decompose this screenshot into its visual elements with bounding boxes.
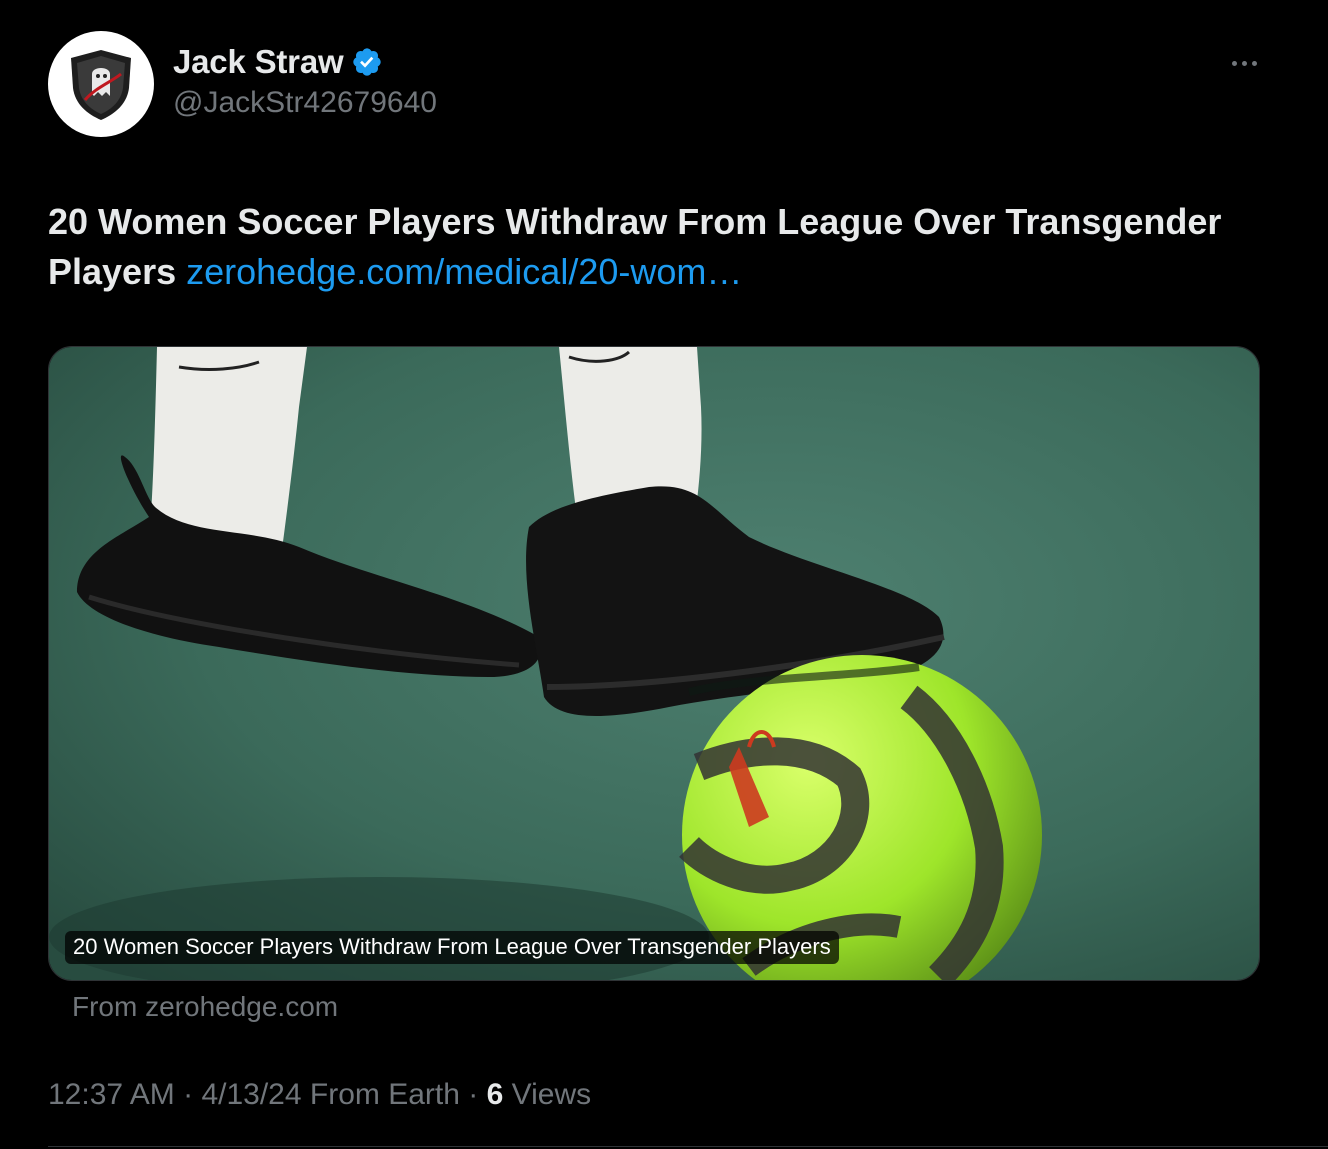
divider — [48, 1146, 1328, 1147]
tweet-text: 20 Women Soccer Players Withdraw From Le… — [48, 197, 1228, 297]
card-caption: 20 Women Soccer Players Withdraw From Le… — [65, 931, 839, 964]
more-options-icon[interactable] — [1224, 46, 1264, 80]
tweet-time[interactable]: 12:37 AM — [48, 1078, 175, 1111]
card-image — [49, 347, 1259, 980]
tweet-link[interactable]: zerohedge.com/medical/20-wom… — [186, 251, 742, 292]
verified-badge-icon[interactable] — [351, 46, 383, 78]
avatar[interactable] — [48, 31, 154, 137]
link-card[interactable]: 20 Women Soccer Players Withdraw From Le… — [48, 346, 1260, 981]
author-name-row[interactable]: Jack Straw — [173, 42, 383, 82]
card-source[interactable]: From zerohedge.com — [72, 991, 338, 1023]
display-name[interactable]: Jack Straw — [173, 43, 344, 81]
tweet-date[interactable]: 4/13/24 — [201, 1078, 301, 1111]
separator: · — [183, 1078, 194, 1111]
author-handle[interactable]: @JackStr42679640 — [173, 86, 437, 120]
views-count: 6 — [486, 1078, 504, 1111]
tweet-location: From Earth — [309, 1078, 460, 1111]
separator: · — [468, 1078, 479, 1111]
shield-avatar-icon — [71, 50, 131, 120]
tweet-meta: 12:37 AM · 4/13/24 From Earth · 6 Views — [48, 1078, 591, 1112]
tweet[interactable]: Jack Straw @JackStr42679640 20 Women Soc… — [0, 0, 1328, 1149]
views-label: Views — [511, 1078, 592, 1111]
